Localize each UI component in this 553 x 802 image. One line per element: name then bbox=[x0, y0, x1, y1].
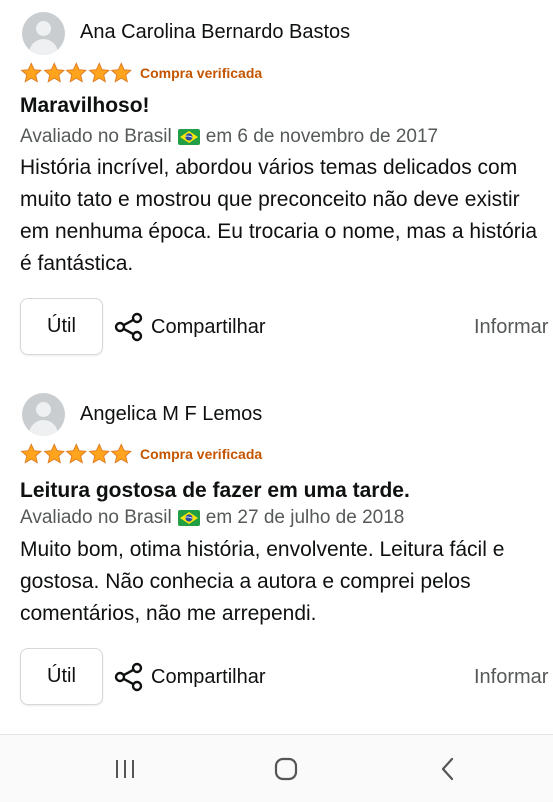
share-button[interactable]: Compartilhar bbox=[113, 311, 265, 343]
share-icon bbox=[114, 312, 143, 342]
star-icon bbox=[20, 62, 42, 83]
verified-purchase-badge: Compra verificada bbox=[140, 446, 263, 462]
share-button[interactable]: Compartilhar bbox=[113, 661, 265, 693]
share-label: Compartilhar bbox=[151, 315, 266, 338]
report-link[interactable]: Informar bbox=[474, 666, 548, 689]
review-country: Avaliado no Brasil bbox=[20, 126, 172, 147]
share-label: Compartilhar bbox=[151, 665, 266, 688]
star-icon bbox=[20, 443, 42, 464]
back-icon bbox=[441, 757, 454, 781]
back-button[interactable] bbox=[428, 753, 468, 785]
brazil-flag-icon bbox=[177, 129, 200, 145]
helpful-button[interactable]: Útil bbox=[20, 648, 103, 705]
share-icon bbox=[114, 662, 143, 692]
reviewer-name[interactable]: Angelica M F Lemos bbox=[80, 403, 262, 426]
review-date: em 27 de julho de 2018 bbox=[205, 507, 405, 528]
verified-purchase-badge: Compra verificada bbox=[140, 65, 263, 81]
avatar-head bbox=[36, 402, 51, 417]
star-icon bbox=[65, 62, 87, 83]
star-icon bbox=[88, 443, 110, 464]
star-icon bbox=[43, 443, 65, 464]
star-rating bbox=[20, 62, 133, 84]
recent-apps-icon bbox=[116, 760, 134, 778]
star-icon bbox=[43, 62, 65, 83]
avatar[interactable] bbox=[22, 12, 65, 55]
review-title: Maravilhoso! bbox=[20, 94, 150, 117]
avatar-body bbox=[29, 39, 58, 55]
reviewer-name[interactable]: Ana Carolina Bernardo Bastos bbox=[80, 21, 350, 44]
star-rating bbox=[20, 443, 133, 465]
report-link[interactable]: Informar bbox=[474, 316, 548, 339]
avatar-head bbox=[36, 21, 51, 36]
system-navigation-bar bbox=[0, 734, 553, 802]
recent-apps-button[interactable] bbox=[105, 753, 145, 785]
home-icon bbox=[274, 757, 298, 781]
helpful-button[interactable]: Útil bbox=[20, 298, 103, 355]
review-meta: Avaliado no Brasil em 27 de julho de 201… bbox=[20, 507, 404, 529]
brazil-flag-icon bbox=[177, 510, 200, 526]
star-icon bbox=[88, 62, 110, 83]
review-title: Leitura gostosa de fazer em uma tarde. bbox=[20, 479, 410, 502]
avatar[interactable] bbox=[22, 393, 65, 436]
star-icon bbox=[110, 62, 132, 83]
review-meta: Avaliado no Brasil em 6 de novembro de 2… bbox=[20, 126, 438, 148]
review-body: História incrível, abordou vários temas … bbox=[20, 156, 538, 275]
home-button[interactable] bbox=[266, 753, 306, 785]
star-icon bbox=[65, 443, 87, 464]
review-body: Muito bom, otima história, envolvente. L… bbox=[20, 538, 505, 625]
avatar-body bbox=[29, 420, 58, 436]
review-date: em 6 de novembro de 2017 bbox=[205, 126, 439, 147]
star-icon bbox=[110, 443, 132, 464]
review-country: Avaliado no Brasil bbox=[20, 507, 172, 528]
